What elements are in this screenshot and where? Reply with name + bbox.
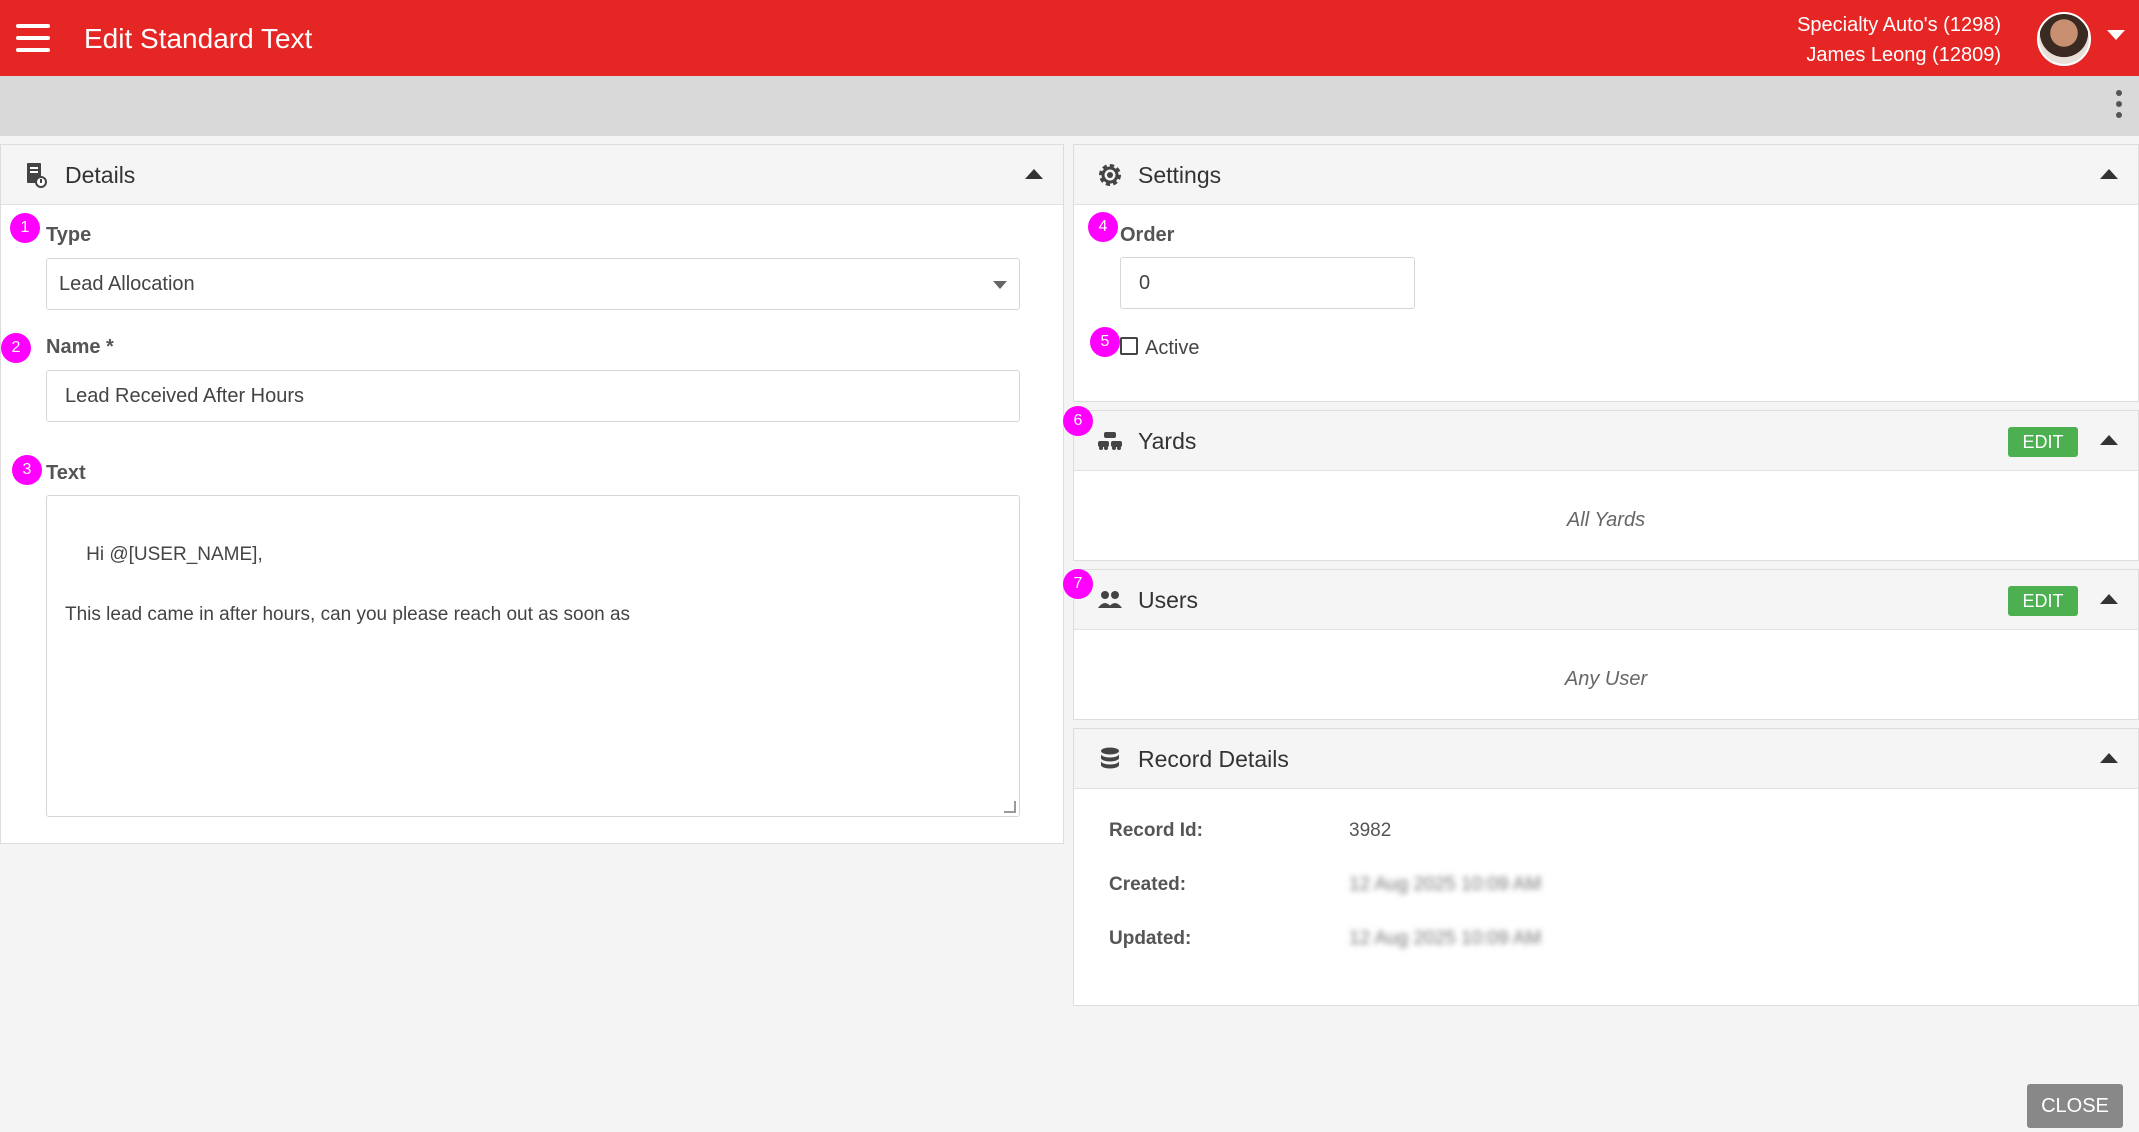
account-user: James Leong (12809) — [1806, 44, 2001, 66]
more-options-icon[interactable] — [2113, 90, 2125, 124]
users-panel-title: Users — [1138, 587, 1199, 613]
order-label: Order — [1120, 224, 1175, 246]
updated-label: Updated: — [1109, 928, 1192, 949]
account-info: Specialty Auto's (1298) James Leong (128… — [1797, 10, 2001, 70]
page-title: Edit Standard Text — [84, 23, 313, 54]
step-badge-7: 7 — [1063, 569, 1093, 599]
chevron-down-icon — [993, 281, 1007, 289]
account-company: Specialty Auto's (1298) — [1797, 14, 2001, 36]
record-details-panel-title: Record Details — [1138, 746, 1289, 772]
step-badge-3: 3 — [12, 455, 42, 485]
collapse-icon[interactable] — [2100, 753, 2118, 763]
details-panel-header[interactable]: Details — [1, 145, 1063, 205]
yards-panel-header[interactable]: Yards EDIT — [1074, 411, 2138, 471]
yards-panel-title: Yards — [1138, 428, 1197, 454]
database-icon — [1101, 747, 1119, 769]
type-label: Type — [46, 224, 92, 246]
users-panel-header[interactable]: Users EDIT — [1074, 570, 2138, 630]
text-area-value: Hi @[USER_NAME], This lead came in after… — [65, 544, 631, 625]
created-label: Created: — [1109, 874, 1187, 895]
collapse-icon[interactable] — [2100, 594, 2118, 604]
text-label: Text — [46, 462, 86, 484]
order-input-value: 0 — [1139, 271, 1151, 294]
record-details-panel-header[interactable]: Record Details — [1074, 729, 2138, 789]
details-panel-title: Details — [65, 162, 136, 188]
active-checkbox[interactable] — [1120, 337, 1138, 355]
users-panel: Users EDIT Any User — [1073, 569, 2139, 720]
users-icon — [1098, 591, 1122, 608]
step-badge-2: 2 — [1, 333, 31, 363]
yards-edit-button[interactable]: EDIT — [2008, 427, 2078, 457]
name-input[interactable]: Lead Received After Hours — [46, 370, 1020, 422]
settings-panel: Settings 4 Order 0 5 Active — [1073, 144, 2139, 402]
type-select-value: Lead Allocation — [59, 272, 195, 295]
hamburger-menu-icon[interactable] — [16, 24, 50, 52]
users-edit-button[interactable]: EDIT — [2008, 586, 2078, 616]
document-icon — [27, 163, 47, 188]
step-badge-6: 6 — [1063, 406, 1093, 436]
gear-icon — [1099, 164, 1121, 186]
type-select[interactable]: Lead Allocation — [46, 258, 1020, 310]
yards-value: All Yards — [1566, 509, 1646, 531]
chevron-down-icon[interactable] — [2107, 30, 2125, 40]
close-button[interactable]: CLOSE — [2027, 1084, 2123, 1128]
collapse-icon[interactable] — [2100, 435, 2118, 445]
details-panel: Details 1 Type Lead Allocation 2 Name * … — [0, 144, 1064, 844]
yards-panel: Yards EDIT All Yards — [1073, 410, 2139, 561]
active-label: Active — [1145, 337, 1200, 359]
cars-icon — [1098, 432, 1122, 450]
record-details-panel: Record Details Record Id: 3982 Created: … — [1073, 728, 2139, 1006]
top-app-bar: Edit Standard Text Specialty Auto's (129… — [0, 0, 2139, 76]
users-value: Any User — [1564, 668, 1648, 690]
order-input[interactable]: 0 — [1120, 257, 1415, 309]
toolbar — [0, 76, 2139, 136]
collapse-icon[interactable] — [2100, 169, 2118, 179]
collapse-icon[interactable] — [1025, 169, 1043, 179]
name-input-value: Lead Received After Hours — [65, 384, 305, 407]
record-id-value: 3982 — [1349, 820, 1392, 841]
settings-panel-header[interactable]: Settings — [1074, 145, 2138, 205]
avatar[interactable] — [2037, 12, 2091, 66]
record-id-label: Record Id: — [1109, 820, 1203, 841]
text-area[interactable]: Hi @[USER_NAME], This lead came in after… — [46, 495, 1020, 817]
settings-panel-title: Settings — [1138, 162, 1222, 188]
resize-handle-icon[interactable] — [1004, 801, 1016, 813]
step-badge-5: 5 — [1090, 327, 1120, 357]
step-badge-1: 1 — [10, 213, 40, 243]
created-value: 12 Aug 2025 10:09 AM — [1349, 874, 1542, 895]
updated-value: 12 Aug 2025 10:09 AM — [1349, 928, 1542, 949]
step-badge-4: 4 — [1088, 212, 1118, 242]
name-label: Name * — [46, 336, 114, 358]
